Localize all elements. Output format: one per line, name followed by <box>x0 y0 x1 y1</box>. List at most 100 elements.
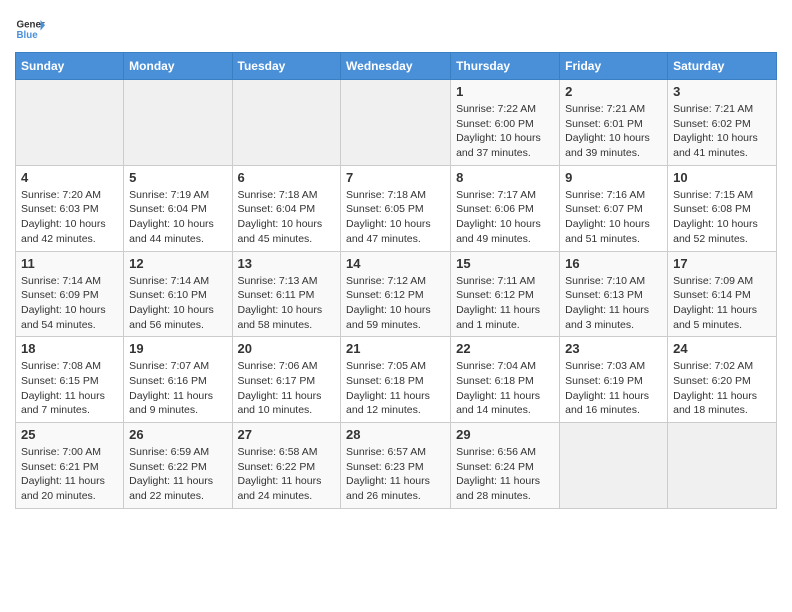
day-number: 29 <box>456 427 554 442</box>
day-cell: 1 Sunrise: 7:22 AMSunset: 6:00 PMDaylight… <box>451 80 560 166</box>
day-number: 15 <box>456 256 554 271</box>
header-cell-monday: Monday <box>124 53 232 80</box>
day-info: Sunrise: 7:18 AMSunset: 6:05 PMDaylight:… <box>346 188 445 247</box>
week-row-5: 25 Sunrise: 7:00 AMSunset: 6:21 PMDayligh… <box>16 423 777 509</box>
day-cell: 18 Sunrise: 7:08 AMSunset: 6:15 PMDayligh… <box>16 337 124 423</box>
day-info: Sunrise: 7:03 AMSunset: 6:19 PMDaylight:… <box>565 359 662 418</box>
day-number: 18 <box>21 341 118 356</box>
day-cell: 27Sunrise: 6:58 AMSunset: 6:22 PMDayligh… <box>232 423 341 509</box>
day-number: 14 <box>346 256 445 271</box>
day-cell: 8 Sunrise: 7:17 AMSunset: 6:06 PMDaylight… <box>451 165 560 251</box>
calendar-body: 1 Sunrise: 7:22 AMSunset: 6:00 PMDaylight… <box>16 80 777 509</box>
day-cell: 9 Sunrise: 7:16 AMSunset: 6:07 PMDaylight… <box>560 165 668 251</box>
calendar-header: SundayMondayTuesdayWednesdayThursdayFrid… <box>16 53 777 80</box>
day-cell: 14 Sunrise: 7:12 AMSunset: 6:12 PMDayligh… <box>341 251 451 337</box>
header-cell-friday: Friday <box>560 53 668 80</box>
day-number: 26 <box>129 427 226 442</box>
day-cell: 13Sunrise: 7:13 AMSunset: 6:11 PMDayligh… <box>232 251 341 337</box>
day-number: 8 <box>456 170 554 185</box>
day-cell: 10 Sunrise: 7:15 AMSunset: 6:08 PMDayligh… <box>668 165 777 251</box>
day-number: 1 <box>456 84 554 99</box>
day-cell: 29 Sunrise: 6:56 AMSunset: 6:24 PMDayligh… <box>451 423 560 509</box>
day-cell: 22 Sunrise: 7:04 AMSunset: 6:18 PMDayligh… <box>451 337 560 423</box>
day-info: Sunrise: 6:56 AMSunset: 6:24 PMDaylight:… <box>456 445 554 504</box>
day-number: 7 <box>346 170 445 185</box>
day-info: Sunrise: 7:05 AMSunset: 6:18 PMDaylight:… <box>346 359 445 418</box>
day-number: 13 <box>238 256 336 271</box>
day-info: Sunrise: 7:15 AMSunset: 6:08 PMDaylight:… <box>673 188 771 247</box>
day-info: Sunrise: 7:22 AMSunset: 6:00 PMDaylight:… <box>456 102 554 161</box>
day-cell: 20 Sunrise: 7:06 AMSunset: 6:17 PMDayligh… <box>232 337 341 423</box>
day-number: 5 <box>129 170 226 185</box>
day-cell: 17 Sunrise: 7:09 AMSunset: 6:14 PMDayligh… <box>668 251 777 337</box>
day-cell <box>232 80 341 166</box>
day-info: Sunrise: 7:14 AMSunset: 6:09 PMDaylight:… <box>21 274 118 333</box>
day-number: 4 <box>21 170 118 185</box>
day-info: Sunrise: 7:21 AMSunset: 6:02 PMDaylight:… <box>673 102 771 161</box>
day-cell: 11 Sunrise: 7:14 AMSunset: 6:09 PMDayligh… <box>16 251 124 337</box>
day-cell <box>124 80 232 166</box>
header-cell-sunday: Sunday <box>16 53 124 80</box>
week-row-3: 11 Sunrise: 7:14 AMSunset: 6:09 PMDayligh… <box>16 251 777 337</box>
day-cell: 6 Sunrise: 7:18 AMSunset: 6:04 PMDaylight… <box>232 165 341 251</box>
day-info: Sunrise: 7:08 AMSunset: 6:15 PMDaylight:… <box>21 359 118 418</box>
logo-icon: General Blue <box>15 14 45 44</box>
day-info: Sunrise: 7:16 AMSunset: 6:07 PMDaylight:… <box>565 188 662 247</box>
day-cell <box>560 423 668 509</box>
day-number: 23 <box>565 341 662 356</box>
week-row-1: 1 Sunrise: 7:22 AMSunset: 6:00 PMDaylight… <box>16 80 777 166</box>
day-number: 9 <box>565 170 662 185</box>
day-cell: 4 Sunrise: 7:20 AMSunset: 6:03 PMDaylight… <box>16 165 124 251</box>
day-number: 10 <box>673 170 771 185</box>
day-number: 16 <box>565 256 662 271</box>
day-info: Sunrise: 7:11 AMSunset: 6:12 PMDaylight:… <box>456 274 554 333</box>
day-info: Sunrise: 7:18 AMSunset: 6:04 PMDaylight:… <box>238 188 336 247</box>
day-number: 11 <box>21 256 118 271</box>
day-info: Sunrise: 7:10 AMSunset: 6:13 PMDaylight:… <box>565 274 662 333</box>
day-cell: 7 Sunrise: 7:18 AMSunset: 6:05 PMDaylight… <box>341 165 451 251</box>
day-number: 24 <box>673 341 771 356</box>
day-cell: 2Sunrise: 7:21 AMSunset: 6:01 PMDaylight… <box>560 80 668 166</box>
header-cell-thursday: Thursday <box>451 53 560 80</box>
day-info: Sunrise: 7:14 AMSunset: 6:10 PMDaylight:… <box>129 274 226 333</box>
day-cell: 25 Sunrise: 7:00 AMSunset: 6:21 PMDayligh… <box>16 423 124 509</box>
week-row-2: 4 Sunrise: 7:20 AMSunset: 6:03 PMDaylight… <box>16 165 777 251</box>
day-number: 12 <box>129 256 226 271</box>
logo: General Blue <box>15 10 45 44</box>
day-cell: 26Sunrise: 6:59 AMSunset: 6:22 PMDayligh… <box>124 423 232 509</box>
day-info: Sunrise: 7:20 AMSunset: 6:03 PMDaylight:… <box>21 188 118 247</box>
day-cell <box>16 80 124 166</box>
day-info: Sunrise: 7:04 AMSunset: 6:18 PMDaylight:… <box>456 359 554 418</box>
day-cell: 3 Sunrise: 7:21 AMSunset: 6:02 PMDaylight… <box>668 80 777 166</box>
day-info: Sunrise: 6:58 AMSunset: 6:22 PMDaylight:… <box>238 445 336 504</box>
day-number: 17 <box>673 256 771 271</box>
day-info: Sunrise: 7:21 AMSunset: 6:01 PMDaylight:… <box>565 102 662 161</box>
day-cell: 19 Sunrise: 7:07 AMSunset: 6:16 PMDayligh… <box>124 337 232 423</box>
day-info: Sunrise: 7:06 AMSunset: 6:17 PMDaylight:… <box>238 359 336 418</box>
header-row: SundayMondayTuesdayWednesdayThursdayFrid… <box>16 53 777 80</box>
day-cell: 15 Sunrise: 7:11 AMSunset: 6:12 PMDayligh… <box>451 251 560 337</box>
day-cell: 24Sunrise: 7:02 AMSunset: 6:20 PMDayligh… <box>668 337 777 423</box>
day-number: 19 <box>129 341 226 356</box>
day-info: Sunrise: 7:00 AMSunset: 6:21 PMDaylight:… <box>21 445 118 504</box>
day-number: 25 <box>21 427 118 442</box>
header-cell-tuesday: Tuesday <box>232 53 341 80</box>
header-cell-wednesday: Wednesday <box>341 53 451 80</box>
day-cell: 21Sunrise: 7:05 AMSunset: 6:18 PMDayligh… <box>341 337 451 423</box>
day-cell: 16 Sunrise: 7:10 AMSunset: 6:13 PMDayligh… <box>560 251 668 337</box>
day-info: Sunrise: 7:17 AMSunset: 6:06 PMDaylight:… <box>456 188 554 247</box>
day-info: Sunrise: 7:12 AMSunset: 6:12 PMDaylight:… <box>346 274 445 333</box>
day-cell <box>668 423 777 509</box>
day-number: 28 <box>346 427 445 442</box>
day-info: Sunrise: 7:07 AMSunset: 6:16 PMDaylight:… <box>129 359 226 418</box>
day-cell: 28Sunrise: 6:57 AMSunset: 6:23 PMDayligh… <box>341 423 451 509</box>
day-number: 22 <box>456 341 554 356</box>
day-number: 6 <box>238 170 336 185</box>
day-number: 3 <box>673 84 771 99</box>
day-info: Sunrise: 7:19 AMSunset: 6:04 PMDaylight:… <box>129 188 226 247</box>
day-cell: 5 Sunrise: 7:19 AMSunset: 6:04 PMDaylight… <box>124 165 232 251</box>
header-cell-saturday: Saturday <box>668 53 777 80</box>
day-info: Sunrise: 7:09 AMSunset: 6:14 PMDaylight:… <box>673 274 771 333</box>
day-cell <box>341 80 451 166</box>
day-number: 20 <box>238 341 336 356</box>
